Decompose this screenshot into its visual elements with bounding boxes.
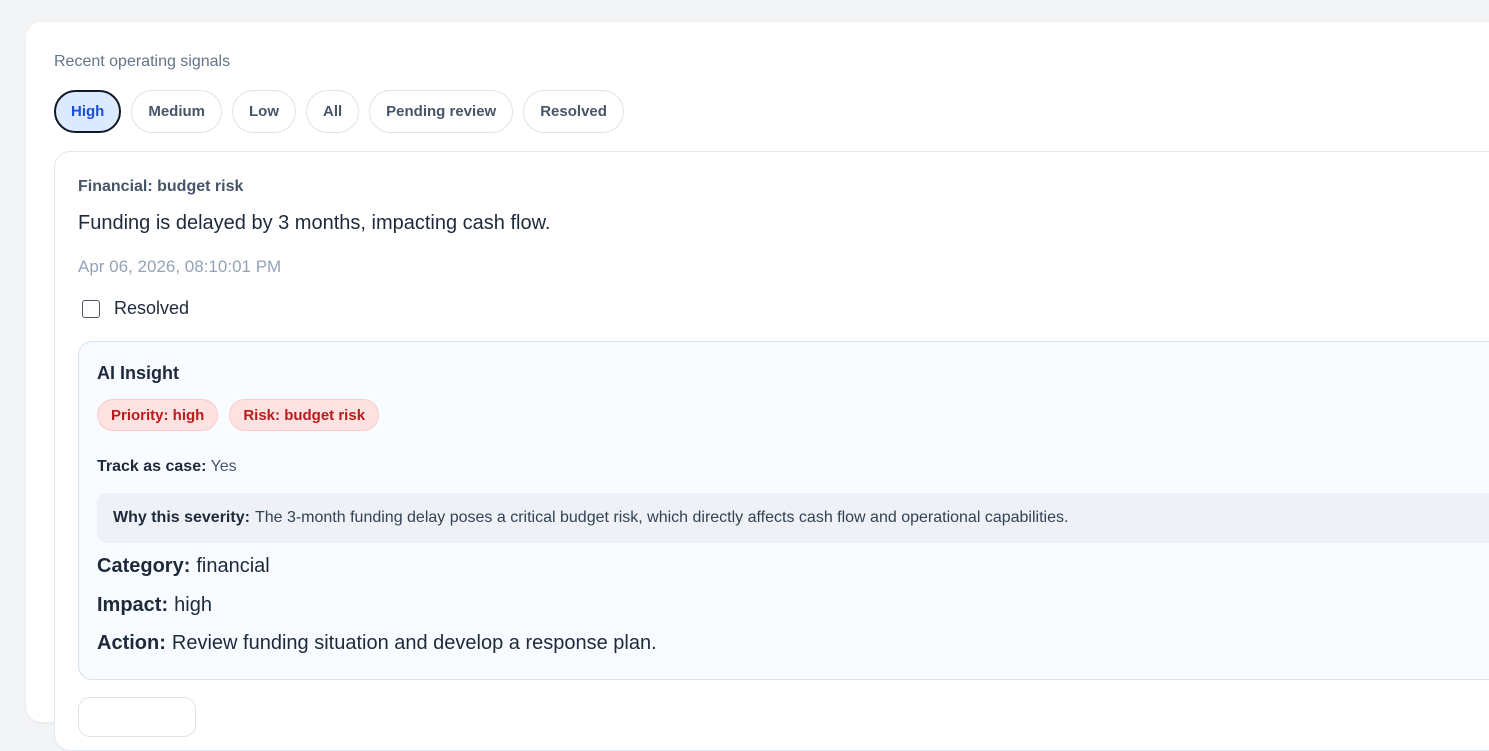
severity-reason: Why this severity: The 3-month funding d… <box>97 493 1489 543</box>
filter-resolved[interactable]: Resolved <box>523 90 624 133</box>
ai-insight-box: AI Insight Priority: high Risk: budget r… <box>78 341 1489 680</box>
impact-value: high <box>174 594 212 616</box>
priority-badge: Priority: high <box>97 399 219 431</box>
signal-timestamp: Apr 06, 2026, 08:10:01 PM <box>78 257 282 276</box>
resolved-label[interactable]: Resolved <box>114 298 189 319</box>
resolved-checkbox[interactable] <box>82 299 100 318</box>
why-label: Why this severity: <box>113 509 250 526</box>
why-text: The 3-month funding delay poses a critic… <box>254 509 1069 526</box>
impact-label: Impact: <box>97 594 169 616</box>
signals-panel: Recent operating signals High Medium Low… <box>26 22 1489 751</box>
severity-filters: High Medium Low All Pending review Resol… <box>54 90 624 133</box>
track-label: Track as case: <box>97 458 207 475</box>
signal-message: Funding is delayed by 3 months, impactin… <box>78 212 551 234</box>
signal-card: Financial: budget risk Funding is delaye… <box>54 151 1489 751</box>
resolved-toggle[interactable]: Resolved <box>82 298 189 319</box>
filter-all[interactable]: All <box>306 90 360 133</box>
card-action-button[interactable] <box>78 697 196 737</box>
filter-pending-review[interactable]: Pending review <box>369 90 514 133</box>
action-value: Review funding situation and develop a r… <box>171 632 657 654</box>
filter-medium[interactable]: Medium <box>131 90 222 133</box>
track-as-case: Track as case: Yes <box>97 458 237 476</box>
insight-impact: Impact: high <box>97 594 212 617</box>
action-label: Action: <box>97 632 166 654</box>
track-value: Yes <box>210 458 237 475</box>
insight-badges: Priority: high Risk: budget risk <box>97 399 380 431</box>
insight-category: Category: financial <box>97 555 270 578</box>
filter-high[interactable]: High <box>54 90 122 133</box>
category-label: Category: <box>97 555 191 577</box>
section-title: Recent operating signals <box>54 53 231 70</box>
risk-badge: Risk: budget risk <box>229 399 380 431</box>
filter-low[interactable]: Low <box>232 90 296 133</box>
signal-category: Financial: budget risk <box>78 178 244 195</box>
category-value: financial <box>196 555 270 577</box>
insight-title: AI Insight <box>97 363 179 383</box>
insight-action: Action: Review funding situation and deve… <box>97 632 657 655</box>
